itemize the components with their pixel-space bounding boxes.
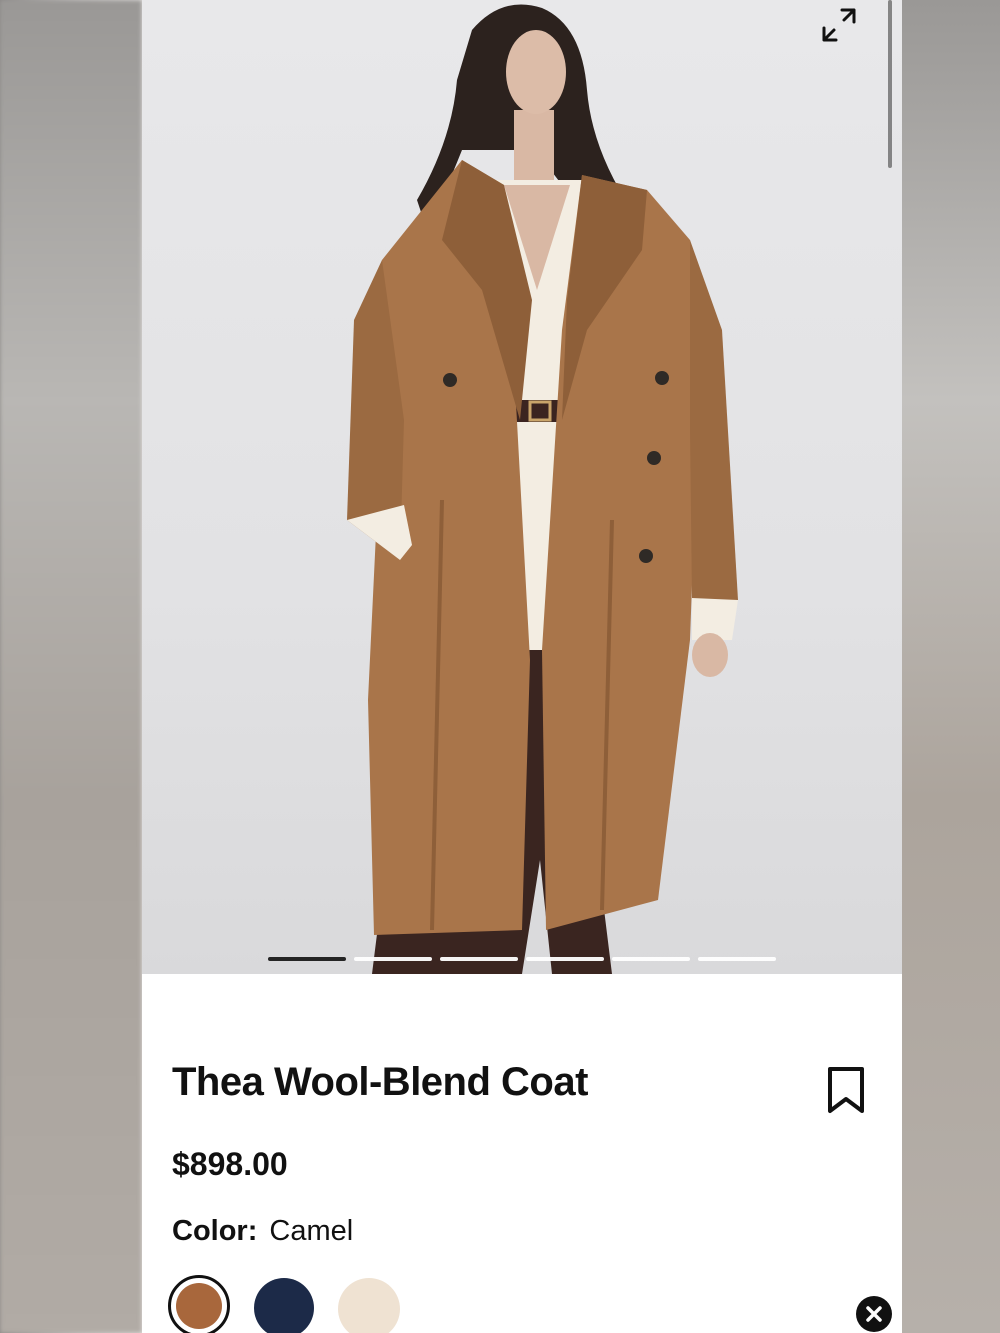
product-price: $898.00 [172,1146,288,1182]
swatch-navy[interactable] [254,1278,314,1333]
swatch-camel[interactable] [168,1275,230,1333]
product-image-gallery[interactable] [142,0,902,974]
gallery-pager [268,957,776,961]
pager-dot-6[interactable] [698,957,776,961]
save-to-wishlist-button[interactable] [822,1065,870,1117]
background-blur-left [0,0,142,1333]
pager-dot-5[interactable] [612,957,690,961]
product-title: Thea Wool-Blend Coat [172,1060,588,1104]
pager-dot-4[interactable] [526,957,604,961]
color-selection-label: Color: Camel [172,1215,353,1248]
background-blur-right [902,0,1000,1333]
pager-dot-1[interactable] [268,957,346,961]
color-value: Camel [269,1215,354,1247]
color-label: Color: [172,1215,258,1247]
close-icon [866,1306,882,1322]
swatch-cream[interactable] [338,1278,400,1333]
swatch-camel-fill [176,1283,222,1329]
bookmark-icon [828,1067,864,1113]
expand-image-button[interactable] [818,4,868,50]
scrollbar[interactable] [888,0,892,168]
pager-dot-3[interactable] [440,957,518,961]
expand-arrows-icon [822,8,856,42]
pager-dot-2[interactable] [354,957,432,961]
product-detail-screen: Thea Wool-Blend Coat $898.00 Color: Camel [142,0,902,1333]
product-photo [347,4,738,974]
close-button[interactable] [856,1296,892,1332]
color-swatches [168,1275,400,1333]
